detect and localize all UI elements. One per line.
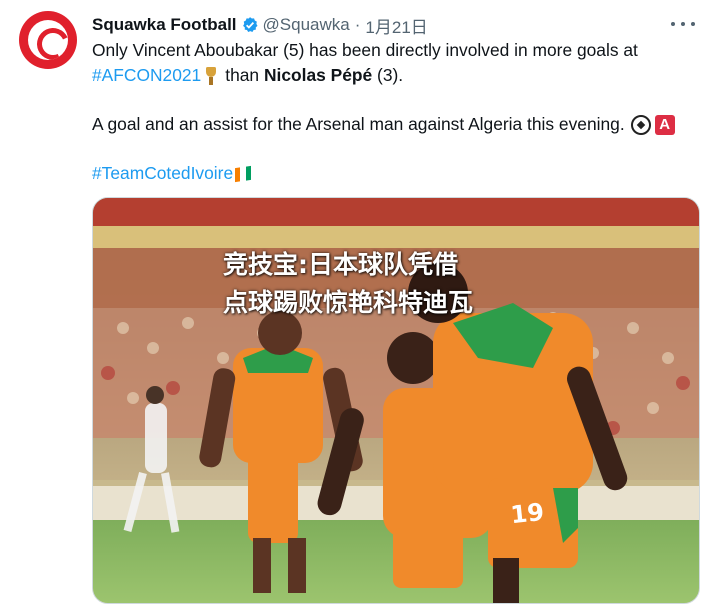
- trophy-emoji: [205, 66, 217, 86]
- tweet-date[interactable]: 1月21日: [365, 13, 427, 38]
- header-separator: ·: [354, 15, 361, 34]
- tweet-text: Only Vincent Aboubakar (5) has been dire…: [92, 38, 702, 186]
- hashtag-afcon2021-link[interactable]: #AFCON2021: [92, 63, 201, 88]
- tweet-header: Squawka Football @Squawka · 1月21日: [92, 13, 428, 38]
- avatar[interactable]: [19, 11, 77, 69]
- player-name: Nicolas Pépé: [263, 65, 373, 85]
- tweet-line-3: A goal and an assist for the Arsenal man…: [92, 112, 702, 137]
- shirt-number: 19: [509, 498, 545, 529]
- count-text: (3).: [377, 65, 404, 85]
- tweet-line-1: Only Vincent Aboubakar (5) has been dire…: [92, 40, 638, 60]
- a-button-emoji: A: [654, 114, 675, 135]
- overlay-line-2: 点球踢败惊艳科特迪瓦: [223, 288, 474, 317]
- tweet-line-2: #AFCON2021 than Nicolas Pépé (3).: [92, 63, 702, 88]
- verified-badge-icon: [241, 16, 259, 34]
- tweet-line-4: #TeamCotedIvoire: [92, 161, 702, 186]
- than-text: than: [225, 65, 260, 85]
- author-handle[interactable]: @Squawka: [263, 15, 350, 35]
- avatar-logo: [28, 20, 68, 60]
- more-options-icon[interactable]: [671, 16, 695, 32]
- soccer-ball-emoji: [630, 114, 651, 135]
- ivory-coast-flag-emoji: [235, 165, 252, 182]
- author-name[interactable]: Squawka Football: [92, 15, 237, 35]
- image-overlay-text: 竞技宝:日本球队凭借 点球踢败惊艳科特迪瓦: [223, 246, 473, 322]
- overlay-line-1: 竞技宝:日本球队凭借: [223, 250, 458, 279]
- tweet-media-image[interactable]: 19 竞技宝:日本球队凭借 点球踢败惊艳科特迪瓦: [92, 197, 700, 604]
- hashtag-teamcotedivoire-link[interactable]: #TeamCotedIvoire: [92, 161, 233, 186]
- tweet-sentence: A goal and an assist for the Arsenal man…: [92, 114, 625, 134]
- tweet-card[interactable]: Squawka Football @Squawka · 1月21日 Only V…: [0, 0, 711, 612]
